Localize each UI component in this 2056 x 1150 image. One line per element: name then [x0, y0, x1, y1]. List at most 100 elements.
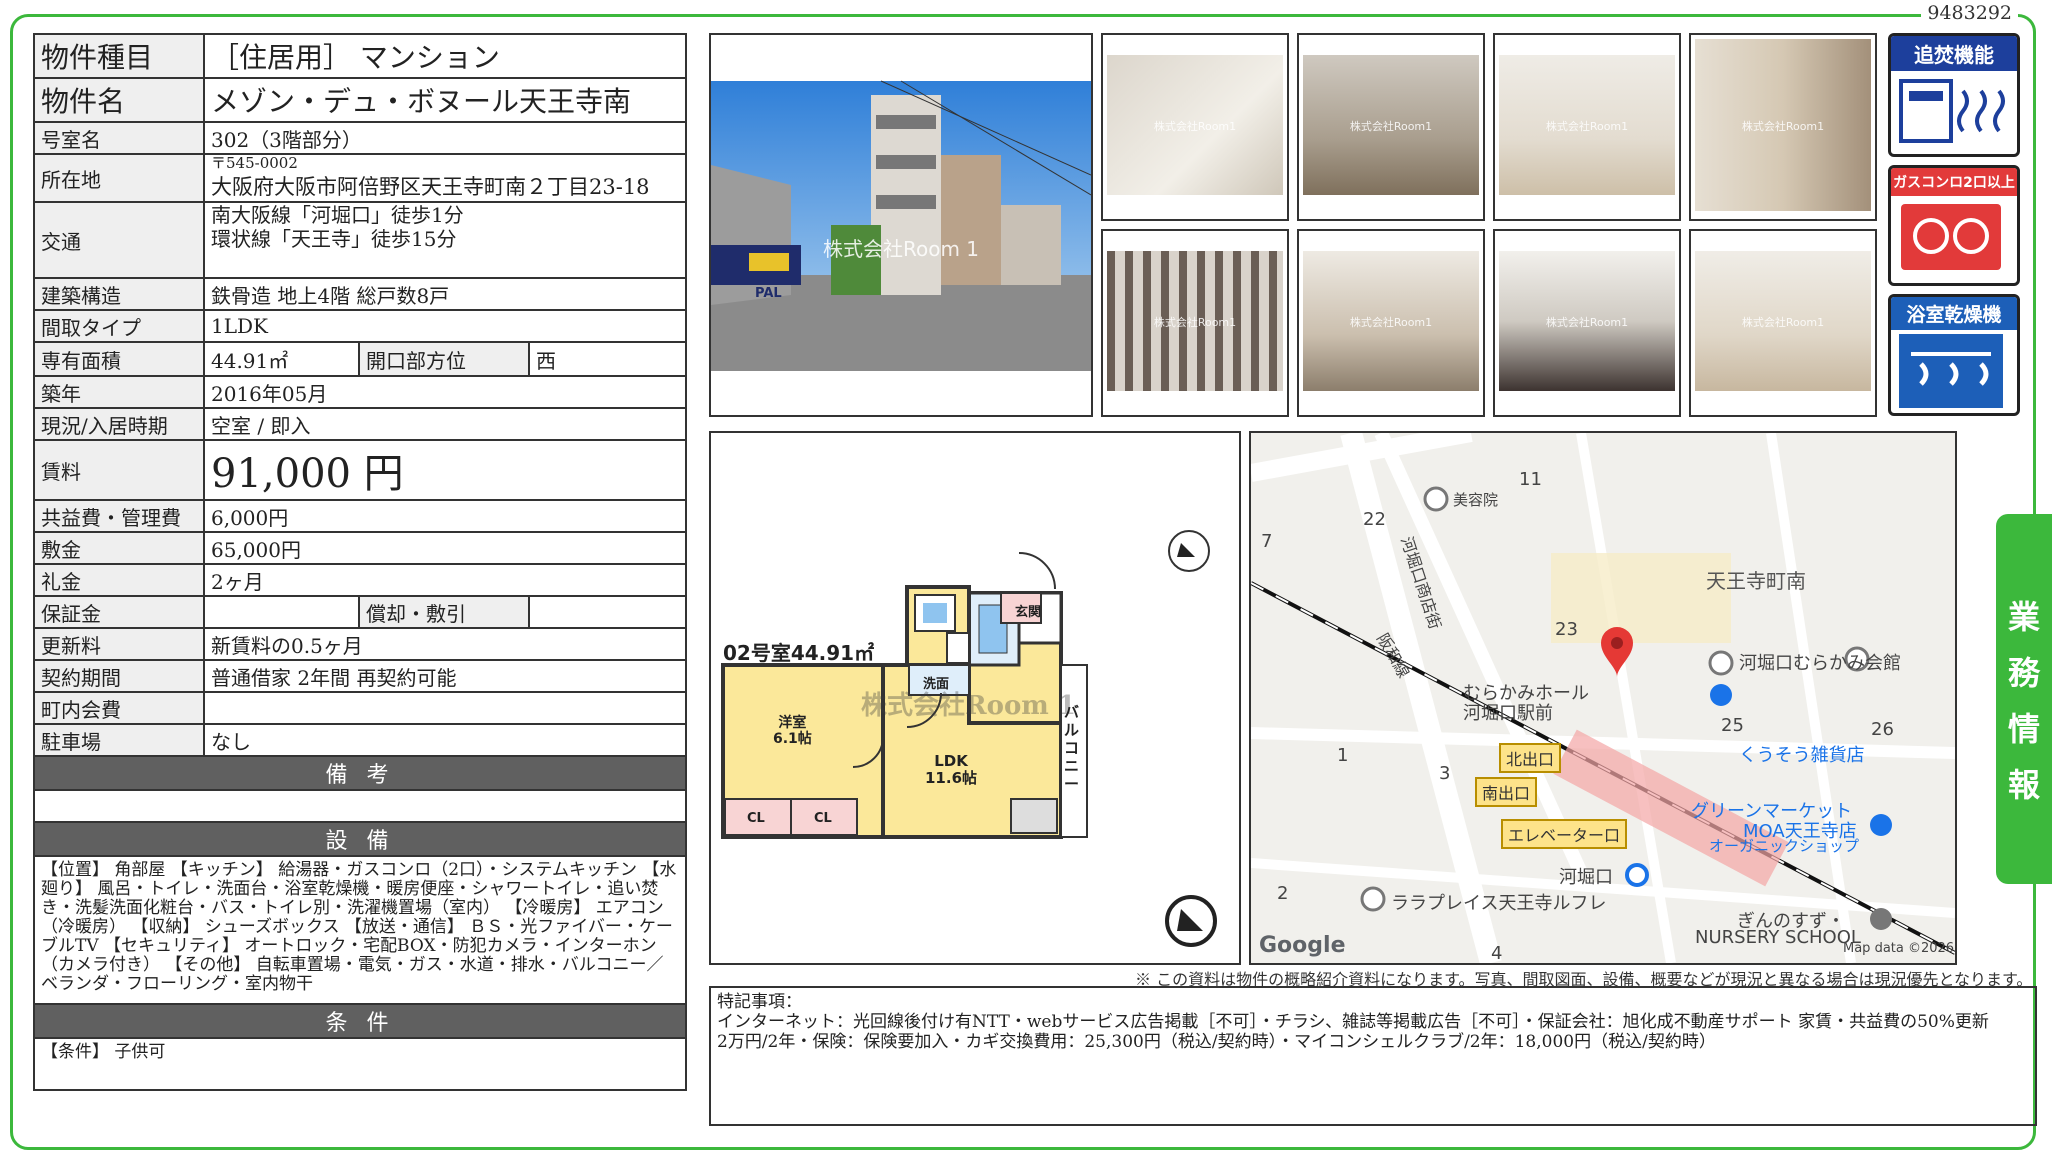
equipment-body: 【位置】 角部屋 【キッチン】 給湯器・ガスコンロ（2口）・システムキッチン 【… [33, 855, 687, 1005]
map-attribution: Map data ©2026 [1843, 941, 1955, 956]
map-label-kaikan: 河堀口むらかみ会館 [1739, 653, 1901, 674]
table-row: 設 備 [33, 821, 687, 857]
access-line: 南大阪線「河堀口」徒歩1分 [211, 203, 464, 227]
layout-value: 1LDK [203, 309, 687, 343]
exterior-building-image [711, 80, 1091, 371]
map-label-number: 1 [1337, 745, 1349, 766]
room-label: 号室名 [33, 121, 205, 155]
remarks-header: 備 考 [33, 755, 687, 791]
structure-label: 建築構造 [33, 277, 205, 311]
parking-value: なし [203, 723, 687, 757]
table-row: 建築構造 鉄骨造 地上4階 総戸数8戸 [33, 277, 687, 311]
photo-watermark: 株式会社Room1 [1349, 315, 1433, 329]
access-line: 環状線「天王寺」徒歩15分 [211, 227, 457, 251]
area-map[interactable]: 美容院 11 22 7 河堀口商店街 阪和線 天王寺町南 23 むらかみホール … [1249, 431, 1957, 965]
association-fee-label: 町内会費 [33, 691, 205, 725]
ldk-label: LDK 11.6帖 [925, 753, 977, 787]
table-row: 物件名 メゾン・デュ・ボヌール天王寺南 [33, 77, 687, 123]
bath-reheat-icon [1899, 79, 2005, 143]
table-row: 交通 南大阪線「河堀口」徒歩1分 環状線「天王寺」徒歩15分 [33, 201, 687, 279]
association-fee-value [203, 691, 687, 725]
gas-stove-icon [1901, 204, 2001, 270]
elevator-exit-label: エレベーター口 [1501, 819, 1628, 849]
map-label-number: 26 [1871, 719, 1894, 740]
map-label-mall: ララプレイス天王寺ルフレ [1391, 893, 1607, 914]
table-row [33, 789, 687, 823]
badge-label: ガスコンロ2口以上 [1891, 168, 2017, 196]
photo-watermark: 株式会社Room1 [1153, 119, 1237, 133]
map-label-number: 4 [1491, 943, 1503, 964]
built-label: 築年 [33, 375, 205, 409]
bedroom-photo[interactable]: 株式会社Room1 [1493, 33, 1681, 221]
direction-value: 西 [528, 341, 687, 377]
living-room-photo[interactable]: 株式会社Room1 [1297, 229, 1485, 417]
direction-label: 開口部方位 [358, 341, 530, 377]
special-notes-line: インターネット：光回線後付け有NTT・webサービス広告掲載［不可］・チラシ、雑… [717, 1012, 1989, 1032]
map-label-market-type: オーガニックショップ [1709, 837, 1860, 855]
access-label: 交通 [33, 201, 205, 279]
ldk-name: LDK [934, 752, 968, 770]
type-label: 物件種目 [33, 33, 205, 79]
balcony-label: バルコニー [1064, 703, 1080, 793]
map-label-number: 7 [1261, 531, 1273, 552]
table-row: 【条件】 子供可 [33, 1037, 687, 1091]
table-row: 礼金 2ヶ月 [33, 563, 687, 597]
photo-watermark: 株式会社Room1 [1741, 315, 1825, 329]
table-row: 築年 2016年05月 [33, 375, 687, 409]
photo-watermark: 株式会社Room 1 [822, 236, 980, 261]
conditions-header: 条 件 [33, 1003, 687, 1039]
storage-photo[interactable]: 株式会社Room1 [1689, 33, 1877, 221]
special-notes-box: 特記事項： インターネット：光回線後付け有NTT・webサービス広告掲載［不可］… [709, 986, 2037, 1126]
area-value: 44.91㎡ [203, 341, 360, 377]
hallway-photo[interactable]: 株式会社Room1 [1689, 229, 1877, 417]
amortization-label: 償却・敷引 [358, 595, 530, 629]
table-row: 号室名 302（3階部分） [33, 121, 687, 155]
table-row: 契約期間 普通借家 2年間 再契約可能 [33, 659, 687, 693]
closet-photo[interactable]: 株式会社Room1 [1297, 33, 1485, 221]
map-label-number: 22 [1363, 509, 1386, 530]
exterior-photo[interactable]: PAL 株式会社Room 1 [709, 33, 1093, 417]
photo-watermark: 株式会社Room1 [1545, 315, 1629, 329]
room-value: 302（3階部分） [203, 121, 687, 155]
contract-value: 普通借家 2年間 再契約可能 [203, 659, 687, 693]
status-value: 空室 / 即入 [203, 407, 687, 441]
table-row: 共益費・管理費 6,000円 [33, 499, 687, 533]
postal-code: 〒545-0002 [211, 154, 298, 172]
closet-label: CL [747, 811, 765, 826]
table-row: 駐車場 なし [33, 723, 687, 757]
side-tab-char: 業 [2007, 598, 2040, 636]
parking-label: 駐車場 [33, 723, 205, 757]
table-row: 賃料 91,000 円 [33, 439, 687, 501]
floor-plan-panel[interactable]: 02号室44.91㎡ 株式会社Room 1 洋室 6.1帖 LDK 11.6帖 … [709, 431, 1241, 965]
table-row: 間取タイプ 1LDK [33, 309, 687, 343]
special-notes-line: 2万円/2年・保険：保険要加入・カギ交換費用：25,300円（税込/契約時）・マ… [717, 1032, 1716, 1052]
contract-label: 契約期間 [33, 659, 205, 693]
deposit-label: 敷金 [33, 531, 205, 565]
side-tab-char: 情 [2007, 710, 2040, 748]
floor-plan-watermark: 株式会社Room 1 [861, 691, 1076, 721]
equipment-header: 設 備 [33, 821, 687, 857]
side-tab-char: 報 [2007, 766, 2040, 804]
north-exit-label: 北出口 [1499, 743, 1562, 773]
fee-label: 共益費・管理費 [33, 499, 205, 533]
store-sign-text: PAL [755, 286, 782, 301]
map-label-shop: くうそう雑貨店 [1739, 745, 1865, 766]
photo-watermark: 株式会社Room1 [1741, 119, 1825, 133]
area-label: 専有面積 [33, 341, 205, 377]
balcony-photo[interactable]: 株式会社Room1 [1101, 229, 1289, 417]
table-row: 保証金 償却・敷引 [33, 595, 687, 629]
key-money-label: 礼金 [33, 563, 205, 597]
deposit-value: 65,000円 [203, 531, 687, 565]
bathroom-photo[interactable]: 株式会社Room1 [1101, 33, 1289, 221]
table-row: 専有面積 44.91㎡ 開口部方位 西 [33, 341, 687, 377]
conditions-body: 【条件】 子供可 [33, 1037, 687, 1091]
kitchen-photo[interactable]: 株式会社Room1 [1493, 229, 1681, 417]
guarantee-value [203, 595, 360, 629]
table-row: 町内会費 [33, 691, 687, 725]
map-label-number: 23 [1555, 619, 1578, 640]
google-logo: Google [1259, 933, 1346, 958]
access-cell: 南大阪線「河堀口」徒歩1分 環状線「天王寺」徒歩15分 [203, 201, 687, 279]
badge-label: 浴室乾燥機 [1891, 297, 2017, 330]
rent-value: 91,000 円 [203, 439, 687, 501]
business-info-tab[interactable]: 業 務 情 報 [1996, 514, 2052, 884]
